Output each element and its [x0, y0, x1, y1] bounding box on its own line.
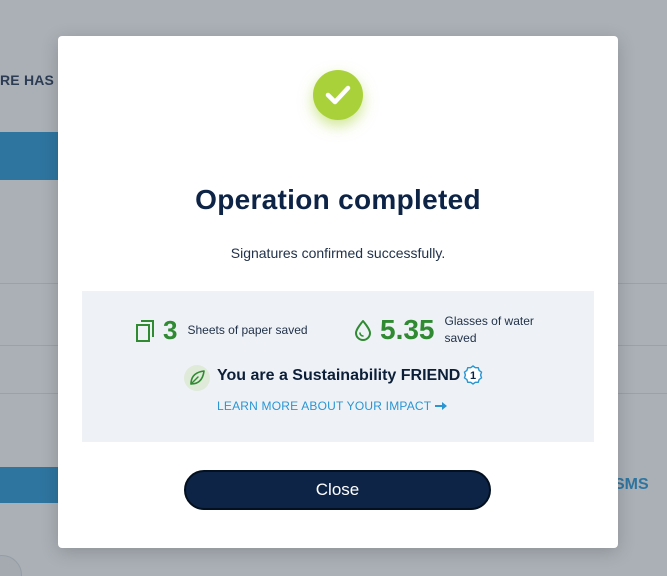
- paper-saved-label: Sheets of paper saved: [187, 323, 308, 337]
- dialog-message: Signatures confirmed successfully.: [230, 245, 446, 261]
- sustainability-impact-panel: 3 Sheets of paper saved 5.35 Glasses of …: [82, 291, 594, 442]
- dialog-title: Operation completed: [195, 184, 481, 215]
- water-drop-icon: [354, 319, 372, 341]
- operation-completed-dialog: Operation completed Signatures confirmed…: [58, 36, 618, 548]
- leaf-icon: [184, 365, 210, 391]
- water-saved-value: 5.35: [380, 314, 435, 345]
- learn-more-label: LEARN MORE ABOUT YOUR IMPACT: [217, 399, 432, 413]
- checkmark-icon: [313, 70, 363, 120]
- water-saved-label: Glasses of water saved: [444, 314, 534, 345]
- sustainability-level-text: You are a Sustainability FRIEND: [217, 367, 461, 384]
- level-badge-icon[interactable]: 1: [462, 364, 484, 386]
- level-badge-number: 1: [470, 370, 476, 382]
- paper-saved-value: 3: [163, 315, 178, 345]
- close-button[interactable]: Close: [184, 470, 491, 510]
- sustainability-level-row: You are a Sustainability FRIEND 1: [184, 361, 484, 391]
- water-saved-stat: 5.35 Glasses of water saved: [354, 313, 545, 347]
- arrow-right-icon: [434, 401, 448, 411]
- paper-saved-stat: 3 Sheets of paper saved: [135, 315, 308, 346]
- learn-more-link[interactable]: LEARN MORE ABOUT YOUR IMPACT: [217, 399, 448, 413]
- copy-pages-icon: [135, 319, 157, 343]
